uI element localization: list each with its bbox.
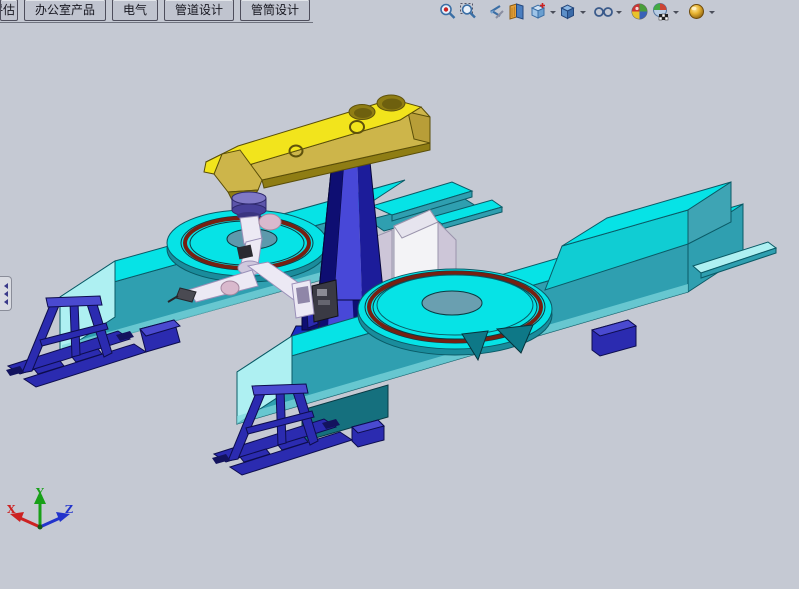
view-orientation-icon[interactable] bbox=[527, 2, 548, 21]
hide-show-items-icon[interactable] bbox=[593, 2, 614, 21]
triad-x-label: X bbox=[7, 503, 16, 516]
previous-view-icon[interactable] bbox=[485, 2, 506, 21]
display-style-dropdown[interactable] bbox=[578, 2, 587, 21]
chevron-left-icon bbox=[1, 291, 8, 297]
view-settings-icon[interactable] bbox=[686, 2, 707, 21]
tab-electrical[interactable]: 电气 bbox=[112, 0, 158, 21]
triad-z-label: Z bbox=[65, 503, 73, 516]
tab-piping-design[interactable]: 管道设计 bbox=[164, 0, 234, 21]
view-settings-dropdown[interactable] bbox=[707, 2, 716, 21]
chevron-left-icon bbox=[1, 283, 8, 289]
solidworks-window: X Y Z 评估 办公室产品 电气 管道设计 管筒设计 bbox=[0, 0, 799, 589]
reference-triad: X Y Z bbox=[7, 486, 73, 530]
tab-office-products[interactable]: 办公室产品 bbox=[24, 0, 106, 21]
chevron-left-icon bbox=[1, 299, 8, 305]
section-view-icon[interactable] bbox=[506, 2, 527, 21]
apply-scene-icon[interactable] bbox=[650, 2, 671, 21]
zoom-to-fit-icon[interactable] bbox=[437, 2, 458, 21]
apply-scene-dropdown[interactable] bbox=[671, 2, 680, 21]
heads-up-toolbar bbox=[437, 2, 716, 21]
panel-expander[interactable] bbox=[0, 276, 12, 311]
view-orientation-dropdown[interactable] bbox=[548, 2, 557, 21]
viewport-3d[interactable]: X Y Z bbox=[0, 0, 799, 589]
tab-tubing-design[interactable]: 管筒设计 bbox=[240, 0, 310, 21]
triad-y-label: Y bbox=[35, 486, 44, 499]
zoom-to-area-icon[interactable] bbox=[458, 2, 479, 21]
hide-show-items-dropdown[interactable] bbox=[614, 2, 623, 21]
commandmanager-tabs: 评估 办公室产品 电气 管道设计 管筒设计 bbox=[0, 0, 313, 23]
tab-evaluate-partial[interactable]: 评估 bbox=[0, 0, 18, 21]
display-style-icon[interactable] bbox=[557, 2, 578, 21]
edit-appearance-icon[interactable] bbox=[629, 2, 650, 21]
